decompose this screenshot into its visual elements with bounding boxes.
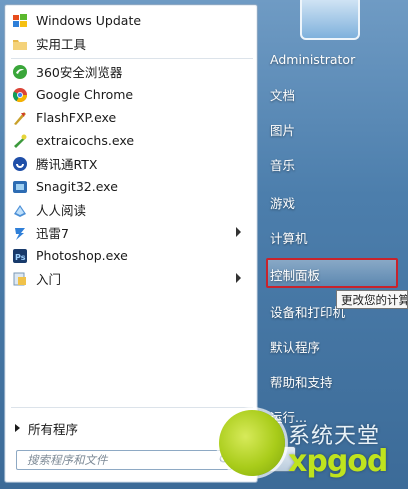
watermark-text-bottom: xpgod [288, 444, 388, 479]
program-google-chrome[interactable]: Google Chrome [9, 83, 253, 106]
program-label: Snagit32.exe [36, 179, 118, 194]
browser-360-icon [13, 64, 27, 79]
program-extraicochs[interactable]: extraicochs.exe [9, 129, 253, 152]
program-getting-started[interactable]: 入门 [9, 267, 253, 290]
program-windows-update[interactable]: Windows Update [9, 9, 253, 32]
link-documents[interactable]: 文档 [270, 84, 295, 104]
program-label: 人人阅读 [36, 203, 87, 218]
user-picture[interactable] [300, 0, 360, 40]
link-music[interactable]: 音乐 [270, 154, 295, 174]
search-placeholder: 搜索程序和文件 [27, 453, 108, 467]
rtx-icon [13, 156, 27, 171]
separator [11, 407, 253, 408]
programs-pane: Windows Update 实用工具 360安全浏览器 Google Chro… [4, 4, 258, 483]
program-photoshop[interactable]: Ps Photoshop.exe [9, 244, 253, 267]
submenu-arrow-icon [236, 273, 241, 283]
program-snagit[interactable]: Snagit32.exe [9, 175, 253, 198]
program-label: Windows Update [36, 13, 142, 28]
link-control-panel[interactable]: 控制面板 [270, 264, 320, 284]
link-games[interactable]: 游戏 [270, 192, 295, 212]
extraicochs-icon [14, 134, 27, 148]
control-panel-tooltip: 更改您的计算 [336, 290, 408, 309]
photoshop-icon: Ps [13, 248, 27, 263]
triangle-right-icon [15, 424, 20, 432]
getting-started-icon [13, 272, 26, 285]
program-flashfxp[interactable]: FlashFXP.exe [9, 106, 253, 129]
flashfxp-icon [14, 111, 26, 125]
program-rtx[interactable]: 腾讯通RTX [9, 152, 253, 175]
program-label: 迅雷7 [36, 226, 69, 241]
program-thunder[interactable]: 迅雷7 [9, 221, 253, 244]
link-computer[interactable]: 计算机 [270, 227, 308, 247]
search-input[interactable]: 搜索程序和文件 [16, 450, 232, 470]
program-label: Photoshop.exe [36, 248, 128, 263]
program-label: 实用工具 [36, 37, 87, 52]
program-label: extraicochs.exe [36, 133, 135, 148]
link-default-programs[interactable]: 默认程序 [270, 336, 320, 356]
separator [11, 58, 253, 59]
submenu-arrow-icon [236, 227, 241, 237]
reader-icon [14, 204, 26, 217]
windows-update-icon [13, 13, 27, 27]
program-label: 360安全浏览器 [36, 65, 123, 80]
watermark-logo [219, 410, 285, 476]
program-utilities-folder[interactable]: 实用工具 [9, 32, 253, 55]
start-menu: Windows Update 实用工具 360安全浏览器 Google Chro… [0, 0, 408, 489]
link-help-and-support[interactable]: 帮助和支持 [270, 371, 333, 391]
snagit-icon [13, 180, 27, 193]
thunder-icon [15, 227, 25, 240]
program-label: 入门 [36, 272, 62, 287]
link-administrator[interactable]: Administrator [270, 49, 355, 69]
program-renren-reader[interactable]: 人人阅读 [9, 198, 253, 221]
all-programs-button[interactable]: 所有程序 [15, 419, 78, 437]
folder-icon [13, 39, 27, 50]
link-pictures[interactable]: 图片 [270, 119, 295, 139]
program-label: Google Chrome [36, 87, 134, 102]
program-label: FlashFXP.exe [36, 110, 117, 125]
link-devices-and-printers[interactable]: 设备和打印机 [270, 301, 345, 321]
svg-text:Ps: Ps [15, 253, 26, 262]
chrome-icon [12, 87, 28, 102]
program-360-browser[interactable]: 360安全浏览器 [9, 60, 253, 83]
program-label: 腾讯通RTX [36, 157, 98, 172]
all-programs-label: 所有程序 [28, 421, 79, 437]
